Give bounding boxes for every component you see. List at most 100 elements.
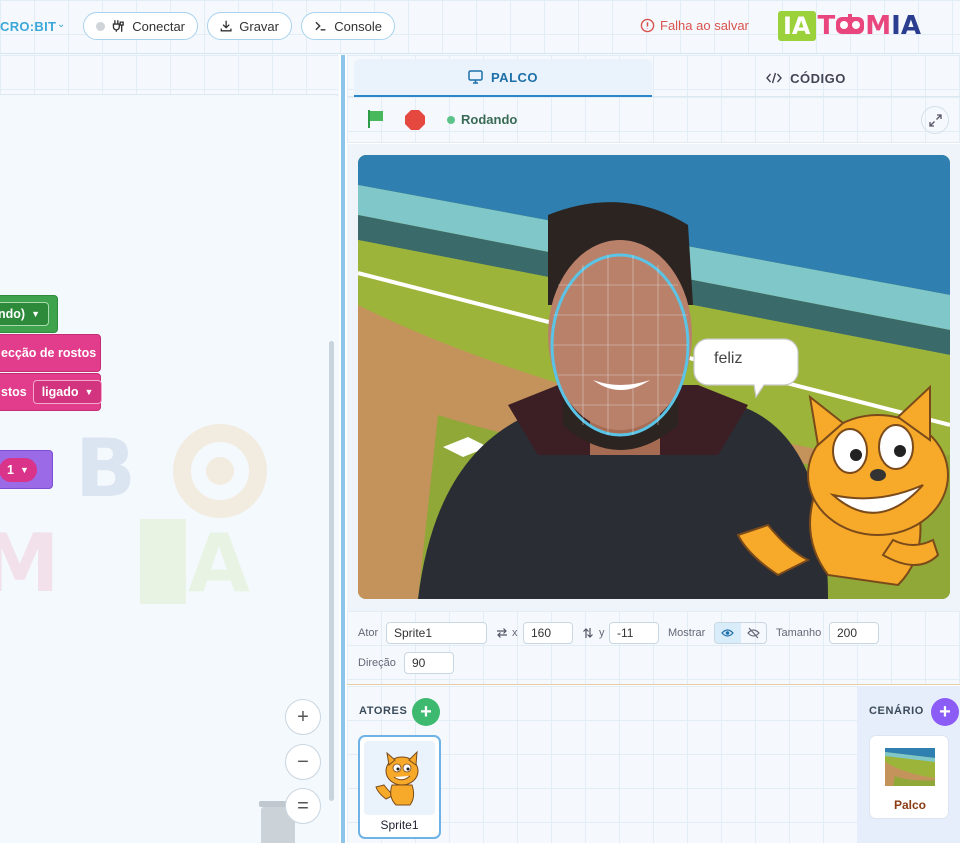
block-dropdown[interactable]: 1 ▼ [0, 457, 37, 482]
show-label: Mostrar [668, 627, 706, 639]
eye-icon [721, 629, 735, 637]
logo-a: A [900, 11, 921, 41]
block-purple[interactable]: 1 ▼ [0, 450, 53, 489]
zoom-reset-label: = [297, 794, 309, 817]
block-text: ecção de rostos [1, 346, 97, 360]
direction-label: Direção [358, 657, 396, 669]
stage-scene: feliz [358, 155, 950, 599]
sprites-pane: ATORES + Sprite1 [347, 686, 857, 843]
divider-bar [341, 55, 345, 843]
logo-t: T [817, 11, 836, 41]
block-green[interactable]: ndo) ▼ [0, 295, 58, 333]
backdrop-name: Palco [893, 798, 926, 812]
device-selector[interactable]: CRO:BIT [0, 19, 56, 34]
block-dropdown[interactable]: ndo) ▼ [0, 302, 49, 326]
eye-off-icon [746, 627, 760, 639]
dropdown-value: 1 [7, 462, 14, 477]
code-header [0, 55, 338, 95]
vertical-scrollbar[interactable] [329, 341, 334, 801]
size-input[interactable] [829, 622, 879, 644]
panel-tabs: PALCO CÓDIGO [347, 55, 960, 97]
logo-i: I [891, 11, 901, 41]
x-input[interactable] [523, 622, 573, 644]
y-input[interactable] [609, 622, 659, 644]
add-backdrop-button[interactable]: + [931, 698, 959, 726]
save-error-indicator[interactable]: Falha ao salvar [640, 18, 749, 33]
right-panel: PALCO CÓDIGO Rodando feliz Ator Sprite1 … [347, 55, 960, 843]
backdrops-title: CENÁRIO [869, 705, 924, 717]
baseball-field-thumbnail [885, 748, 935, 786]
watermark-logo: B M A [0, 396, 280, 626]
stop-icon[interactable] [405, 110, 425, 130]
show-button[interactable] [715, 623, 741, 643]
download-icon [220, 20, 232, 32]
top-bar: CRO:BIT ⌄ Conectar Gravar Console Falha … [0, 0, 960, 54]
connection-status-dot [96, 21, 105, 31]
tab-code[interactable]: CÓDIGO [657, 59, 955, 97]
block-text: stos [1, 385, 27, 399]
dropdown-caret-icon: ▼ [31, 309, 40, 319]
run-status: Rodando [447, 112, 517, 127]
visibility-toggle [714, 622, 767, 644]
actor-name-input[interactable] [386, 622, 487, 644]
record-label: Gravar [239, 18, 279, 34]
record-button[interactable]: Gravar [207, 12, 292, 40]
horizontal-arrows-icon [497, 628, 507, 638]
panel-divider[interactable] [339, 55, 347, 843]
console-button[interactable]: Console [301, 12, 395, 40]
monitor-icon [468, 70, 483, 84]
dropdown-caret-icon: ▼ [19, 464, 29, 475]
direction-input[interactable] [404, 652, 454, 674]
watermark-robot-icon: B M A [0, 422, 267, 610]
logo-m: M [865, 11, 892, 41]
y-label: y [599, 627, 605, 639]
block-face-toggle[interactable]: stos ligado ▼ [0, 373, 103, 411]
block-face-detection[interactable]: ecção de rostos [0, 334, 101, 372]
svg-text:A: A [188, 517, 250, 610]
green-flag-icon[interactable] [367, 109, 385, 129]
blocks-workspace[interactable]: B M A ndo) ▼ ecção de rostos stos ligado… [0, 96, 338, 843]
sprite-card[interactable]: Sprite1 [358, 735, 441, 839]
backdrop-card[interactable]: Palco [869, 735, 949, 819]
vertical-arrows-icon [583, 628, 593, 638]
tab-code-label: CÓDIGO [790, 70, 846, 86]
code-area: B M A ndo) ▼ ecção de rostos stos ligado… [0, 55, 338, 843]
expand-icon [928, 113, 942, 127]
sprites-title: ATORES [359, 705, 408, 717]
plus-icon: + [939, 700, 951, 723]
actor-label: Ator [358, 627, 379, 639]
dropdown-value: ligado [41, 385, 79, 399]
logo-ia: IA [778, 11, 816, 41]
tab-stage[interactable]: PALCO [354, 59, 652, 97]
status-text: Rodando [461, 112, 518, 127]
plus-icon: + [420, 700, 432, 723]
fullscreen-button[interactable] [921, 106, 949, 134]
speech-bubble-text: feliz [714, 350, 742, 367]
stage-canvas[interactable]: feliz [358, 155, 950, 599]
save-error-text: Falha ao salvar [660, 18, 749, 33]
hide-button[interactable] [741, 623, 767, 643]
svg-text:M: M [0, 517, 60, 610]
logo-text: T MIA [818, 11, 921, 41]
usb-plug-icon [112, 20, 124, 32]
zoom-in-label: + [297, 705, 309, 728]
backdrops-pane: CENÁRIO + Palco [857, 686, 960, 843]
add-sprite-button[interactable]: + [412, 698, 440, 726]
block-text: ndo) [0, 307, 26, 321]
zoom-reset-button[interactable]: = [285, 788, 321, 824]
zoom-in-button[interactable]: + [285, 699, 321, 735]
zoom-out-button[interactable]: − [285, 744, 321, 780]
zoom-out-label: − [297, 750, 309, 773]
cat-thumbnail-icon [375, 750, 419, 806]
console-label: Console [334, 18, 382, 34]
connect-button[interactable]: Conectar [83, 12, 198, 40]
iatomia-logo: IA T MIA [778, 10, 921, 42]
svg-text:B: B [75, 422, 136, 515]
connect-label: Conectar [132, 18, 185, 34]
alert-circle-icon [640, 18, 655, 33]
x-label: x [512, 627, 518, 639]
block-dropdown[interactable]: ligado ▼ [32, 380, 103, 404]
code-icon [766, 72, 783, 84]
chevron-down-icon[interactable]: ⌄ [57, 19, 65, 30]
size-label: Tamanho [776, 627, 822, 639]
